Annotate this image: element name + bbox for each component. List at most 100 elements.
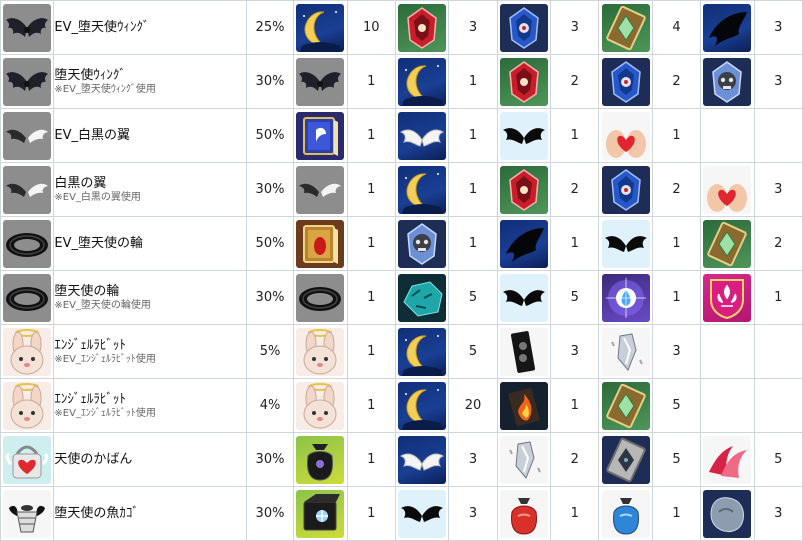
- product-note: ※EV_白黒の翼使用: [54, 191, 141, 203]
- material-count: 1: [346, 216, 396, 271]
- black-wings-icon: [601, 219, 650, 268]
- product-name-cell: EV_堕天使ｳｨﾝｸﾞ: [53, 0, 247, 55]
- material-icon-cell: [394, 54, 450, 109]
- material-icon-cell: [700, 108, 755, 163]
- material-count: 1: [550, 216, 600, 271]
- material-count: 20: [448, 378, 498, 433]
- material-icon-cell: [598, 108, 653, 163]
- material-icon-cell: [293, 216, 348, 271]
- product-icon-cell: [0, 54, 55, 109]
- material-icon-cell: [598, 324, 653, 379]
- green-card-icon: [601, 3, 650, 52]
- material-count: 1: [346, 54, 396, 109]
- material-icon-cell: [394, 324, 450, 379]
- angel-bunny-icon: [296, 327, 345, 376]
- material-count: 5: [550, 270, 600, 325]
- skull-gem-icon: [398, 219, 447, 268]
- material-count: 5: [448, 270, 498, 325]
- wing-dark-icon: [3, 57, 52, 106]
- material-icon-cell: [700, 54, 755, 109]
- material-count: 1: [346, 162, 396, 217]
- material-count: 3: [651, 324, 702, 379]
- angel-bunny-icon: [296, 381, 345, 430]
- success-rate: 5%: [245, 324, 295, 379]
- success-rate: 30%: [245, 162, 295, 217]
- material-count: 2: [550, 432, 600, 487]
- black-wings-icon: [499, 111, 548, 160]
- table-row: ｴﾝｼﾞｪﾙﾗﾋﾞｯﾄ ※EV_ｴﾝｼﾞｪﾙﾗﾋﾞｯﾄ使用 4% 1 20 1 5: [0, 378, 803, 433]
- product-icon-cell: [0, 0, 55, 55]
- material-count: 1: [346, 486, 396, 541]
- material-icon-cell: [496, 54, 552, 109]
- material-icon-cell: [598, 270, 653, 325]
- halo-ring-icon: [296, 273, 345, 322]
- material-icon-cell: [700, 378, 755, 433]
- black-wings-icon: [398, 489, 447, 538]
- table-row: EV_白黒の翼 50% 1 1 1 1: [0, 108, 803, 163]
- material-count: 2: [550, 54, 600, 109]
- success-rate: 30%: [245, 54, 295, 109]
- material-count: 2: [651, 162, 702, 217]
- success-rate: 30%: [245, 486, 295, 541]
- recipe-table: EV_堕天使ｳｨﾝｸﾞ 25% 10 3 3 4 3 堕天使ｳｨﾝｸﾞ ※EV_堕天使ｳｨﾝｸﾞ…: [0, 0, 803, 541]
- material-count: 1: [550, 486, 600, 541]
- product-name: 天使のかばん: [54, 452, 133, 467]
- material-icon-cell: [394, 270, 450, 325]
- crystal-shard-icon: [601, 327, 650, 376]
- material-count: 1: [753, 270, 803, 325]
- purple-flare-icon: [601, 273, 650, 322]
- material-count: [753, 108, 803, 163]
- product-note: ※EV_堕天使の輪使用: [54, 299, 151, 311]
- material-count: 5: [651, 378, 702, 433]
- product-name-cell: 白黒の翼 ※EV_白黒の翼使用: [53, 162, 247, 217]
- product-name: EV_堕天使ｳｨﾝｸﾞ: [54, 20, 150, 35]
- material-icon-cell: [293, 378, 348, 433]
- material-icon-cell: [700, 216, 755, 271]
- red-gem-icon: [499, 57, 548, 106]
- material-count: 1: [448, 162, 498, 217]
- table-row: ｴﾝｼﾞｪﾙﾗﾋﾞｯﾄ ※EV_ｴﾝｼﾞｪﾙﾗﾋﾞｯﾄ使用 5% 1 5 3 3: [0, 324, 803, 379]
- success-rate: 50%: [245, 216, 295, 271]
- dark-card-icon: [601, 435, 650, 484]
- material-count: [753, 324, 803, 379]
- material-count: 1: [346, 270, 396, 325]
- material-icon-cell: [700, 432, 755, 487]
- material-icon-cell: [700, 270, 755, 325]
- material-count: 5: [753, 432, 803, 487]
- material-count: 5: [448, 324, 498, 379]
- table-row: 天使のかばん 30% 1 3 2 5 5: [0, 432, 803, 487]
- recipe-table-body: EV_堕天使ｳｨﾝｸﾞ 25% 10 3 3 4 3 堕天使ｳｨﾝｸﾞ ※EV_堕天使ｳｨﾝｸﾞ…: [0, 0, 803, 541]
- empty-slot: [703, 328, 751, 376]
- wing-dark-icon: [3, 3, 52, 52]
- material-icon-cell: [496, 108, 552, 163]
- material-count: 1: [651, 108, 702, 163]
- material-icon-cell: [394, 0, 450, 55]
- heart-hands-icon: [601, 111, 650, 160]
- material-icon-cell: [496, 432, 552, 487]
- product-name: 白黒の翼: [54, 175, 107, 191]
- speaker-block-icon: [499, 327, 548, 376]
- material-count: 1: [448, 108, 498, 163]
- material-count: 1: [651, 486, 702, 541]
- material-count: 1: [651, 270, 702, 325]
- blue-book-icon: [296, 111, 345, 160]
- product-name-cell: 堕天使の魚ｶｺﾞ: [53, 486, 247, 541]
- halo-ring-icon: [3, 273, 52, 322]
- material-icon-cell: [496, 378, 552, 433]
- empty-slot: [703, 112, 751, 160]
- white-wings-icon: [398, 435, 447, 484]
- pink-ribbon-icon: [703, 435, 752, 484]
- material-icon-cell: [496, 486, 552, 541]
- halo-ring-icon: [3, 219, 52, 268]
- wing-bw-icon: [296, 165, 345, 214]
- material-icon-cell: [700, 324, 755, 379]
- moon-icon: [296, 3, 345, 52]
- material-icon-cell: [293, 270, 348, 325]
- blue-gem-icon: [601, 57, 650, 106]
- heart-hands-icon: [703, 165, 752, 214]
- product-name-cell: 堕天使の輪 ※EV_堕天使の輪使用: [53, 270, 247, 325]
- table-row: 堕天使の輪 ※EV_堕天使の輪使用 30% 1 5 5 1 1: [0, 270, 803, 325]
- white-wings-icon: [398, 111, 447, 160]
- product-note: ※EV_ｴﾝｼﾞｪﾙﾗﾋﾞｯﾄ使用: [54, 407, 156, 419]
- material-icon-cell: [394, 432, 450, 487]
